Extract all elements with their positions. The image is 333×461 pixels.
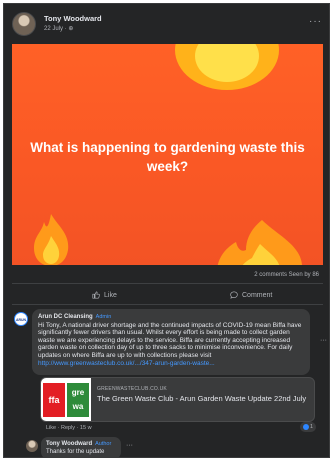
link-thumbnail: ffa gre wa: [41, 378, 91, 421]
comment-options-icon[interactable]: ···: [320, 337, 327, 344]
link-preview-card[interactable]: ffa gre wa GREENWASTECLUB.CO.UK The Gree…: [40, 377, 315, 422]
commenter-name[interactable]: Arun DC Cleansing: [38, 314, 93, 320]
reply-bubble: Tony Woodward Author Thanks for the updat…: [41, 437, 121, 457]
reply-text: Thanks for the update: [46, 449, 105, 455]
post-image[interactable]: What is happening to gardening waste thi…: [12, 44, 323, 265]
fire-icon: [34, 214, 69, 265]
like-reaction-icon: [302, 424, 309, 430]
like-label: Like: [104, 291, 117, 299]
thumbnail-logo-right: gre wa: [67, 383, 89, 417]
reply-avatar[interactable]: [26, 440, 38, 452]
commenter-avatar[interactable]: ARUN: [14, 312, 28, 326]
facebook-post: Tony Woodward 22 July · ⊕ ··· What is ha…: [3, 3, 330, 458]
thumbs-up-icon: [92, 291, 100, 299]
thumbnail-logo-left: ffa: [43, 383, 65, 417]
comment-actions[interactable]: Like · Reply · 15 w: [46, 425, 92, 431]
reaction-count: 1: [309, 424, 314, 430]
comment-reactions[interactable]: 1: [300, 422, 316, 432]
post-author[interactable]: Tony Woodward: [44, 14, 102, 23]
fire-icon: [175, 44, 279, 90]
comment-text: Hi Tony, A national driver shortage and …: [38, 321, 302, 359]
comment-bubble: Arun DC Cleansing Admin Hi Tony, A nation…: [32, 309, 310, 375]
divider: [12, 283, 323, 284]
divider: [12, 304, 323, 305]
post-header: Tony Woodward 22 July · ⊕ ···: [12, 12, 322, 40]
comment-label: Comment: [242, 291, 273, 299]
like-button[interactable]: Like: [92, 287, 117, 303]
reply-author[interactable]: Tony Woodward: [46, 441, 92, 447]
admin-badge: Admin: [95, 314, 112, 320]
comment-button[interactable]: Comment: [230, 287, 272, 303]
post-action-bar: Like Comment: [12, 287, 323, 303]
author-badge: Author: [95, 441, 112, 447]
reply-options-icon[interactable]: ···: [126, 442, 133, 449]
post-options-icon[interactable]: ···: [309, 16, 322, 27]
link-title: The Green Waste Club - Arun Garden Waste…: [97, 394, 307, 403]
author-avatar[interactable]: [12, 12, 36, 36]
banner-title: What is happening to gardening waste thi…: [30, 140, 305, 174]
comment-icon: [230, 291, 238, 299]
fire-icon: [217, 220, 302, 265]
link-domain: GREENWASTECLUB.CO.UK: [97, 386, 167, 392]
post-stats[interactable]: 2 comments Seen by 86: [254, 272, 319, 278]
post-date[interactable]: 22 July · ⊕: [44, 25, 73, 32]
comment-link[interactable]: http://www.greenwasteclub.co.uk/.../347-…: [38, 360, 215, 367]
